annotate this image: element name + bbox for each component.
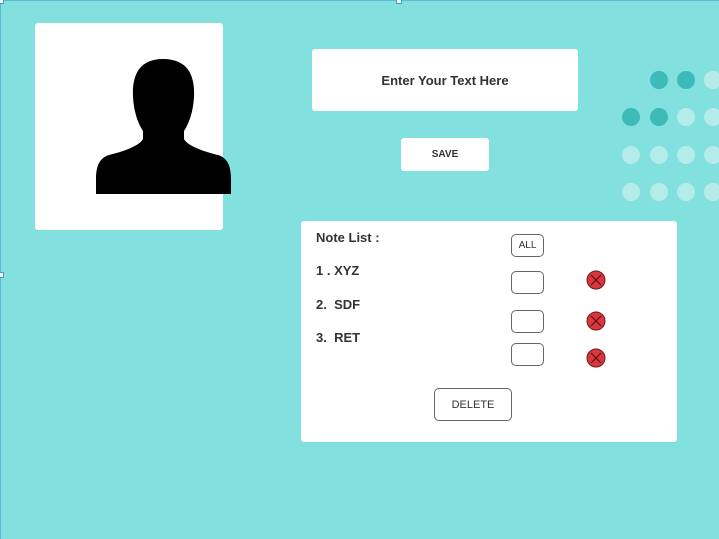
save-button-label: SAVE — [431, 149, 459, 160]
note-item-1: 1 . XYZ — [316, 263, 360, 278]
select-all-checkbox[interactable]: ALL — [511, 234, 544, 257]
text-input-placeholder: Enter Your Text Here — [381, 72, 509, 88]
resize-handle-top[interactable] — [396, 0, 402, 4]
frame-edge-top — [0, 0, 719, 1]
note-item-3: 3. RET — [316, 330, 361, 345]
remove-circle-icon[interactable] — [586, 270, 606, 290]
save-button[interactable]: SAVE — [401, 138, 489, 171]
note-3-checkbox[interactable] — [511, 343, 544, 366]
remove-circle-icon[interactable] — [586, 311, 606, 331]
note-2-checkbox[interactable] — [511, 310, 544, 333]
select-all-label: ALL — [518, 240, 537, 251]
text-input[interactable]: Enter Your Text Here — [312, 49, 578, 111]
note-item-2: 2. SDF — [316, 297, 361, 312]
note-list-title: Note List : — [316, 230, 380, 245]
note-1-checkbox[interactable] — [511, 271, 544, 294]
user-silhouette-icon — [96, 59, 231, 194]
frame-edge-left — [0, 0, 1, 539]
resize-handle-top-left[interactable] — [0, 0, 4, 4]
remove-circle-icon[interactable] — [586, 348, 606, 368]
profile-picture[interactable] — [35, 23, 231, 230]
delete-button-label: DELETE — [451, 398, 495, 411]
delete-button[interactable]: DELETE — [434, 388, 512, 421]
dot-pattern — [622, 71, 719, 201]
note-list-panel: Note List : 1 . XYZ 2. SDF 3. RET ALL DE… — [301, 221, 677, 442]
resize-handle-left[interactable] — [0, 272, 4, 278]
